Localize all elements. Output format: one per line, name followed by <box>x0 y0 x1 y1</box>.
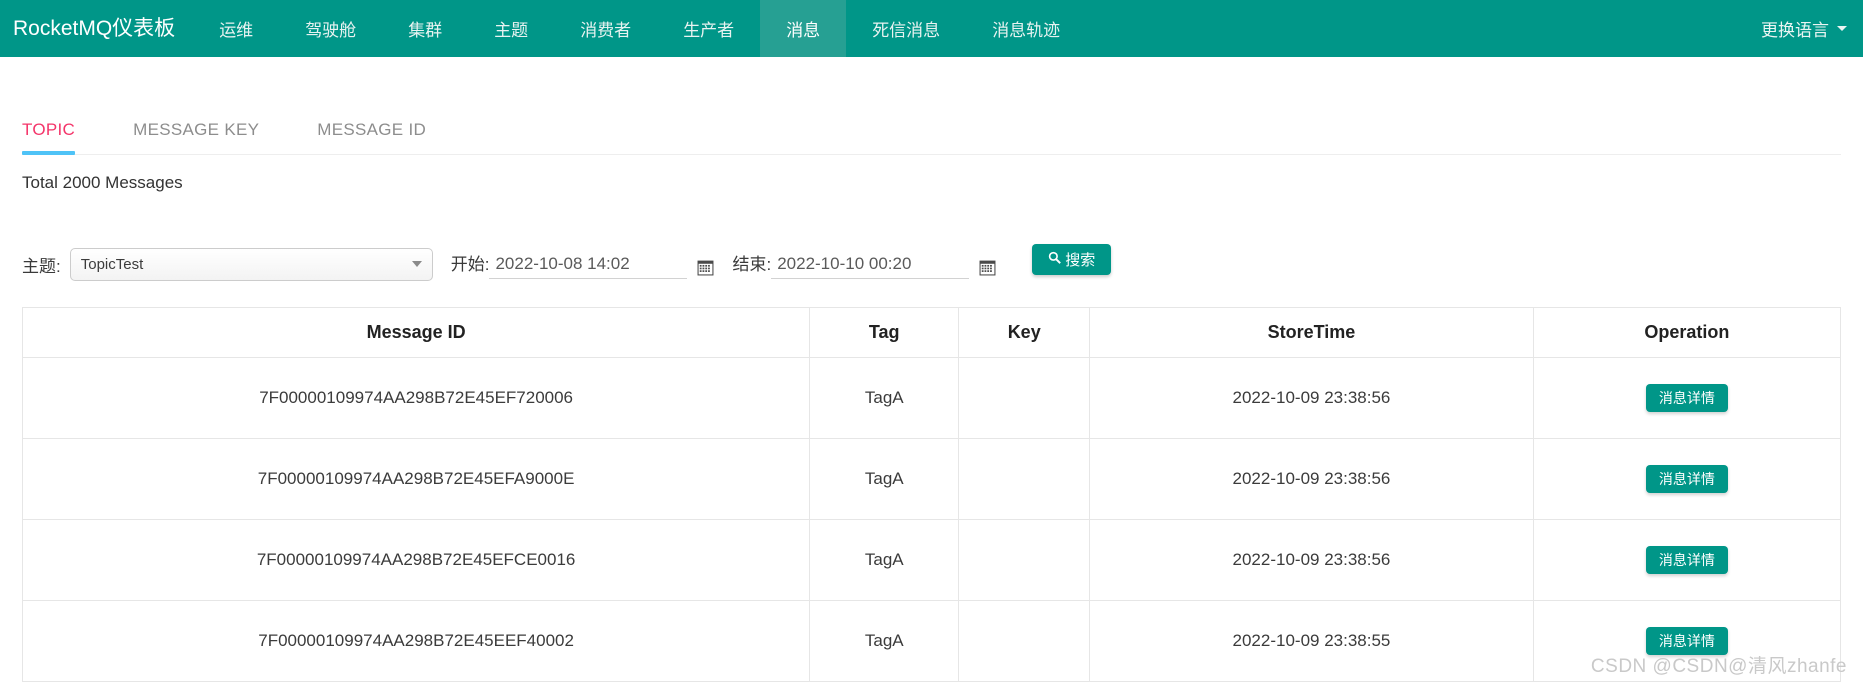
cell-message-id: 7F00000109974AA298B72E45EFCE0016 <box>21 519 811 601</box>
calendar-icon[interactable] <box>697 259 714 276</box>
begin-date-group: 开始: <box>451 250 715 279</box>
messages-table: Message ID Tag Key StoreTime Operation 7F000… <box>21 307 1842 682</box>
cell-key <box>958 600 1091 682</box>
nav-item-4[interactable]: 消费者 <box>554 0 657 57</box>
cell-tag: TagA <box>809 519 960 601</box>
main-content: TOPIC MESSAGE KEY MESSAGE ID Total 2000 Me… <box>0 93 1863 682</box>
tab-message-id[interactable]: MESSAGE ID <box>317 120 448 154</box>
chevron-down-icon <box>1837 26 1847 31</box>
cell-message-id: 7F00000109974AA298B72E45EEF40002 <box>21 600 811 682</box>
cell-key <box>958 519 1091 601</box>
filter-bar: 主题: TopicTest 开始: 2022-10-08 14:02 结束: 2… <box>22 243 1841 285</box>
cell-storetime: 2022-10-09 23:38:56 <box>1089 519 1534 601</box>
cell-storetime: 2022-10-09 23:38:56 <box>1089 357 1534 439</box>
cell-message-id: 7F00000109974AA298B72E45EFA9000E <box>21 438 811 520</box>
topic-label: 主题: <box>22 256 61 276</box>
topic-select[interactable]: TopicTest <box>69 247 433 281</box>
calendar-icon[interactable] <box>979 259 996 276</box>
nav-item-8[interactable]: 消息轨迹 <box>966 0 1086 57</box>
column-header-operation: Operation <box>1532 307 1842 358</box>
search-mode-tabs: TOPIC MESSAGE KEY MESSAGE ID <box>22 93 1841 155</box>
nav-item-5[interactable]: 生产者 <box>657 0 760 57</box>
message-detail-button[interactable]: 消息详情 <box>1645 465 1728 493</box>
table-row: 7F00000109974AA298B72E45EFCE0016 TagA 2022… <box>21 519 1842 601</box>
table-header-row: Message ID Tag Key StoreTime Operation <box>21 307 1842 358</box>
column-header-message-id: Message ID <box>21 307 811 358</box>
cell-operation: 消息详情 <box>1532 600 1842 682</box>
search-button[interactable]: 搜索 <box>1032 243 1112 275</box>
cell-operation: 消息详情 <box>1532 438 1842 520</box>
total-messages-label: Total 2000 Messages <box>22 173 183 192</box>
chevron-down-icon <box>411 261 422 267</box>
nav-item-1[interactable]: 驾驶舱 <box>279 0 382 57</box>
tab-topic[interactable]: TOPIC <box>22 120 97 155</box>
table-row: 7F00000109974AA298B72E45EFA9000E TagA 2022… <box>21 438 1842 520</box>
cell-message-id: 7F00000109974AA298B72E45EF720006 <box>21 357 811 439</box>
cell-tag: TagA <box>809 357 960 439</box>
cell-tag: TagA <box>809 438 960 520</box>
search-button-label: 搜索 <box>1065 251 1096 269</box>
column-header-tag: Tag <box>809 307 960 358</box>
messages-table-body: 7F00000109974AA298B72E45EF720006 TagA 2022… <box>21 357 1842 682</box>
cell-storetime: 2022-10-09 23:38:55 <box>1089 600 1534 682</box>
cell-key <box>958 438 1091 520</box>
language-switcher-label: 更换语言 <box>1761 21 1829 40</box>
messages-table-head: Message ID Tag Key StoreTime Operation <box>21 307 1842 358</box>
search-icon <box>1048 251 1062 268</box>
tab-message-key[interactable]: MESSAGE KEY <box>133 120 281 154</box>
table-row: 7F00000109974AA298B72E45EF720006 TagA 2022… <box>21 357 1842 439</box>
begin-label: 开始: <box>450 254 490 274</box>
column-header-storetime: StoreTime <box>1089 307 1534 358</box>
topic-select-value: TopicTest <box>80 255 144 273</box>
cell-storetime: 2022-10-09 23:38:56 <box>1089 438 1534 520</box>
message-detail-button[interactable]: 消息详情 <box>1645 384 1728 412</box>
begin-date-input[interactable] <box>489 253 688 279</box>
nav-items: 运维 驾驶舱 集群 主题 消费者 生产者 消息 死信消息 消息轨迹 <box>193 0 1086 57</box>
app-brand[interactable]: RocketMQ仪表板 <box>0 0 193 57</box>
message-detail-button[interactable]: 消息详情 <box>1645 627 1728 655</box>
end-label: 结束: <box>732 254 772 274</box>
end-date-group: 结束: <box>732 250 996 279</box>
end-date-input[interactable] <box>771 253 970 279</box>
cell-key <box>958 357 1091 439</box>
nav-item-0[interactable]: 运维 <box>193 0 279 57</box>
top-navbar: RocketMQ仪表板 运维 驾驶舱 集群 主题 消费者 生产者 消息 死信消息 消息轨迹 更换… <box>0 0 1863 57</box>
cell-operation: 消息详情 <box>1532 519 1842 601</box>
nav-item-3[interactable]: 主题 <box>468 0 554 57</box>
nav-item-2[interactable]: 集群 <box>382 0 468 57</box>
nav-item-7[interactable]: 死信消息 <box>846 0 966 57</box>
cell-operation: 消息详情 <box>1532 357 1842 439</box>
cell-tag: TagA <box>809 600 960 682</box>
table-row: 7F00000109974AA298B72E45EEF40002 TagA 2022… <box>21 600 1842 682</box>
column-header-key: Key <box>958 307 1091 358</box>
language-switcher[interactable]: 更换语言 <box>1761 0 1863 57</box>
nav-item-6[interactable]: 消息 <box>760 0 847 57</box>
message-detail-button[interactable]: 消息详情 <box>1645 546 1728 574</box>
